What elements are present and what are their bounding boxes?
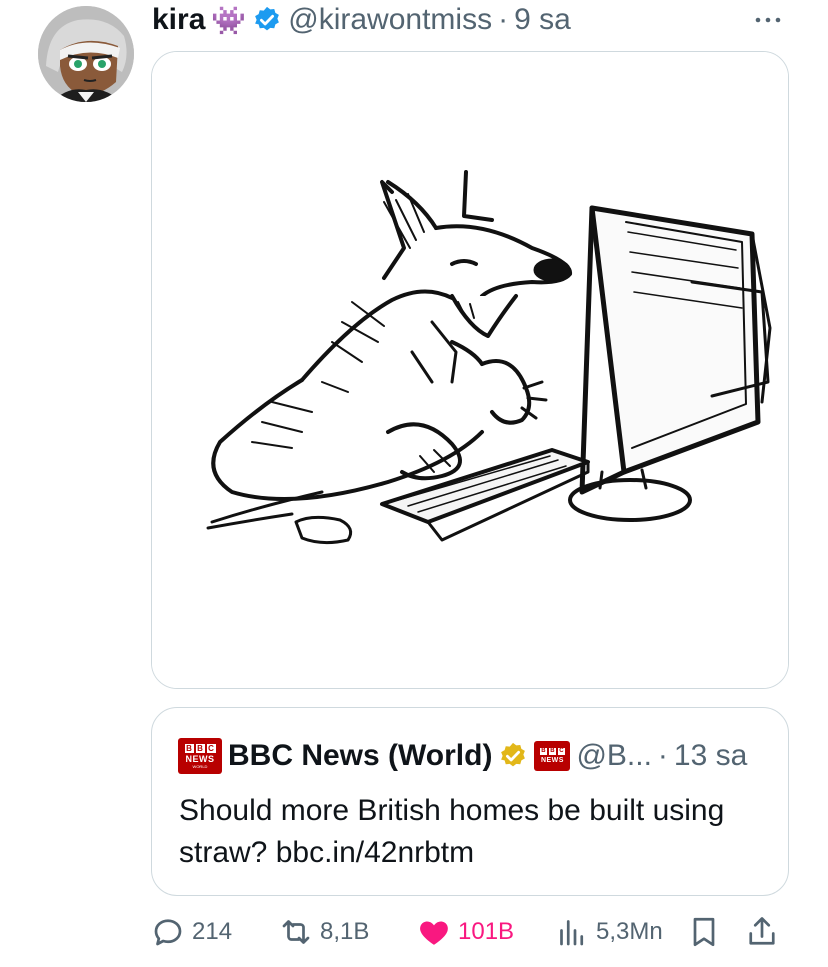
bbc-block: B — [184, 743, 194, 753]
reply-icon — [154, 919, 182, 946]
quoted-author-name[interactable]: BBC News (World) — [228, 739, 492, 773]
like-count: 101B — [458, 918, 515, 945]
bbc-news-avatar[interactable]: B B C NEWS WORLD — [178, 738, 222, 774]
author-handle[interactable]: @kirawontmiss — [288, 3, 492, 37]
like-button[interactable]: 101B — [416, 910, 514, 954]
bbc-badge-news: NEWS — [540, 756, 564, 764]
quoted-tweet[interactable]: B B C NEWS WORLD BBC News (World) B B C … — [151, 707, 789, 896]
quoted-author-handle[interactable]: @B... — [576, 739, 651, 773]
bbc-block: C — [206, 743, 216, 753]
verified-badge-icon — [255, 6, 280, 31]
repost-count: 8,1B — [320, 918, 370, 945]
reply-button[interactable]: 214 — [150, 910, 232, 954]
repost-button[interactable]: 8,1B — [278, 910, 369, 954]
quoted-tweet-text: Should more British homes be built using… — [179, 794, 725, 869]
separator-dot: · — [657, 739, 668, 772]
author-avatar[interactable] — [38, 6, 134, 102]
author-emoji: 👾 — [211, 4, 247, 36]
wolf-at-computer-illustration — [152, 52, 788, 688]
avatar-cartoon-image — [38, 6, 134, 102]
tweet-time[interactable]: 9 sa — [514, 3, 571, 37]
views-chart-icon — [560, 920, 584, 946]
repost-icon — [282, 920, 310, 944]
bbc-logo-news: NEWS — [185, 753, 215, 764]
more-options-icon[interactable] — [750, 8, 786, 32]
heart-filled-icon — [420, 921, 448, 945]
quoted-tweet-time[interactable]: 13 sa — [674, 739, 747, 773]
bbc-logo-sub: WORLD — [192, 763, 208, 769]
tweet-image[interactable] — [151, 51, 789, 689]
bookmark-icon — [693, 917, 715, 947]
bbc-block: B — [539, 747, 547, 755]
bbc-block: B — [195, 743, 205, 753]
bookmark-button[interactable] — [686, 910, 722, 954]
tweet-actions: 214 8,1B 101B 5,3Mn — [150, 910, 790, 954]
tweet-header: kira 👾 @kirawontmiss · 9 sa — [152, 0, 571, 40]
bbc-block: C — [557, 747, 565, 755]
verified-gold-badge-icon — [501, 742, 526, 767]
share-button[interactable] — [744, 910, 780, 954]
quoted-tweet-header: B B C NEWS WORLD BBC News (World) B B C … — [178, 738, 747, 774]
share-icon — [749, 917, 775, 945]
separator-dot: · — [498, 3, 509, 36]
bbc-block: B — [548, 747, 556, 755]
bbc-news-affiliate-badge: B B C NEWS — [534, 741, 571, 771]
author-name[interactable]: kira — [152, 3, 205, 37]
views-count: 5,3Mn — [596, 918, 663, 945]
reply-count: 214 — [192, 918, 233, 945]
views-button[interactable]: 5,3Mn — [554, 910, 663, 954]
